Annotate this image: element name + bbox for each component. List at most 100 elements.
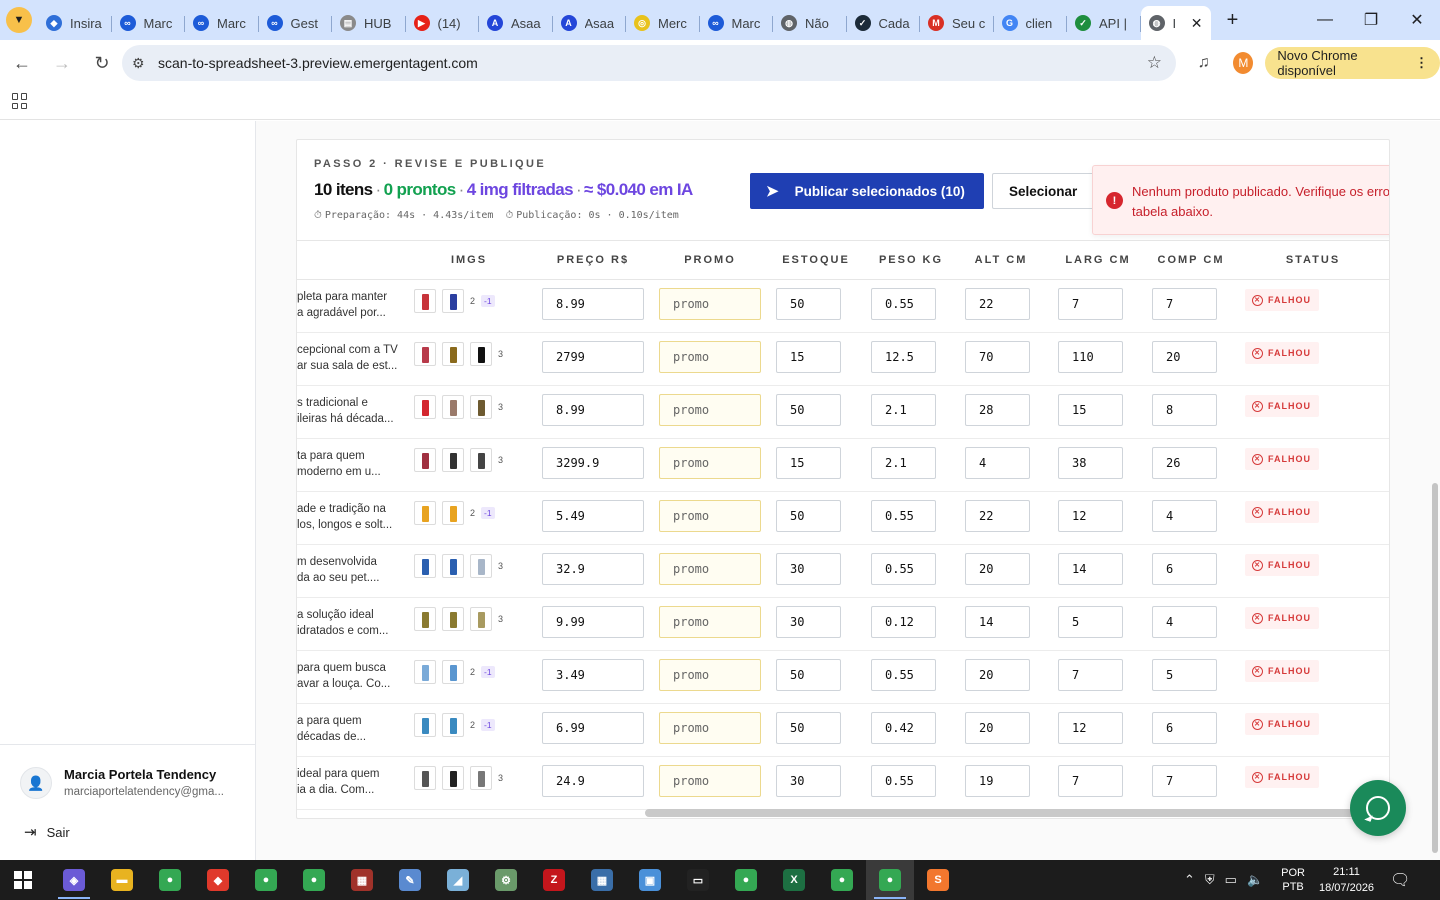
stock-input[interactable]: 30	[776, 553, 841, 585]
stock-input[interactable]: 15	[776, 341, 841, 373]
browser-tab[interactable]: ✓ Cada	[847, 7, 921, 39]
taskbar-app[interactable]: ⚙	[482, 860, 530, 900]
width-input[interactable]: 15	[1058, 394, 1123, 426]
width-input[interactable]: 5	[1058, 606, 1123, 638]
taskbar-app[interactable]: ✎	[386, 860, 434, 900]
product-thumbnail[interactable]	[414, 501, 436, 525]
price-input[interactable]: 24.9	[542, 765, 644, 797]
product-thumbnail[interactable]	[470, 395, 492, 419]
taskbar-app[interactable]: ●	[242, 860, 290, 900]
stock-input[interactable]: 30	[776, 606, 841, 638]
promo-input[interactable]: promo	[659, 288, 761, 320]
width-input[interactable]: 110	[1058, 341, 1123, 373]
stock-input[interactable]: 50	[776, 659, 841, 691]
taskbar-app[interactable]: ▭	[674, 860, 722, 900]
product-thumbnail[interactable]	[470, 448, 492, 472]
height-input[interactable]: 19	[965, 765, 1030, 797]
price-input[interactable]: 5.49	[542, 500, 644, 532]
weight-input[interactable]: 2.1	[871, 394, 936, 426]
vertical-scrollbar[interactable]	[1432, 483, 1438, 853]
weight-input[interactable]: 0.55	[871, 288, 936, 320]
length-input[interactable]: 4	[1152, 500, 1217, 532]
language-indicator[interactable]: POR PTB	[1281, 866, 1305, 894]
width-input[interactable]: 38	[1058, 447, 1123, 479]
taskbar-app[interactable]: ▦	[338, 860, 386, 900]
height-input[interactable]: 22	[965, 288, 1030, 320]
windows-start-icon[interactable]	[14, 871, 32, 889]
height-input[interactable]: 4	[965, 447, 1030, 479]
taskbar-app[interactable]: ●	[818, 860, 866, 900]
browser-tab[interactable]: ◎ Merc	[626, 7, 700, 39]
taskbar-app[interactable]: S	[914, 860, 962, 900]
clock[interactable]: 21:11 18/07/2026	[1319, 864, 1374, 896]
width-input[interactable]: 12	[1058, 500, 1123, 532]
height-input[interactable]: 28	[965, 394, 1030, 426]
length-input[interactable]: 8	[1152, 394, 1217, 426]
taskbar-app[interactable]: X	[770, 860, 818, 900]
product-thumbnail[interactable]	[442, 660, 464, 684]
stock-input[interactable]: 50	[776, 712, 841, 744]
height-input[interactable]: 22	[965, 500, 1030, 532]
network-icon[interactable]: ▭	[1225, 872, 1237, 888]
product-thumbnail[interactable]	[442, 342, 464, 366]
promo-input[interactable]: promo	[659, 659, 761, 691]
browser-tab[interactable]: ∞ Marc	[700, 7, 774, 39]
width-input[interactable]: 14	[1058, 553, 1123, 585]
product-thumbnail[interactable]	[414, 660, 436, 684]
length-input[interactable]: 26	[1152, 447, 1217, 479]
taskbar-app[interactable]: ●	[290, 860, 338, 900]
width-input[interactable]: 7	[1058, 288, 1123, 320]
chrome-update-button[interactable]: Novo Chrome disponível ⋮	[1265, 47, 1440, 79]
weight-input[interactable]: 2.1	[871, 447, 936, 479]
price-input[interactable]: 8.99	[542, 288, 644, 320]
price-input[interactable]: 2799	[542, 341, 644, 373]
product-thumbnail[interactable]	[414, 713, 436, 737]
weight-input[interactable]: 0.55	[871, 500, 936, 532]
product-thumbnail[interactable]	[414, 766, 436, 790]
browser-tab[interactable]: ◆ Insira	[38, 7, 112, 39]
browser-tab[interactable]: ∞ Marc	[185, 7, 259, 39]
profile-avatar[interactable]: M	[1233, 52, 1254, 74]
product-thumbnail[interactable]	[414, 607, 436, 631]
height-input[interactable]: 20	[965, 553, 1030, 585]
product-thumbnail[interactable]	[414, 342, 436, 366]
stock-input[interactable]: 50	[776, 288, 841, 320]
url-text[interactable]: scan-to-spreadsheet-3.preview.emergentag…	[158, 55, 478, 71]
taskbar-app[interactable]: ▦	[578, 860, 626, 900]
product-thumbnail[interactable]	[414, 395, 436, 419]
tab-search-button[interactable]: ▼	[6, 7, 32, 33]
restore-button[interactable]: ❐	[1348, 0, 1394, 40]
new-tab-button[interactable]: +	[1219, 6, 1247, 34]
reload-button[interactable]: ↻	[84, 45, 120, 81]
promo-input[interactable]: promo	[659, 606, 761, 638]
back-button[interactable]: ←	[4, 45, 40, 81]
browser-tab[interactable]: M Seu c	[920, 7, 994, 39]
length-input[interactable]: 20	[1152, 341, 1217, 373]
product-thumbnail[interactable]	[442, 713, 464, 737]
promo-input[interactable]: promo	[659, 447, 761, 479]
horizontal-scrollbar[interactable]	[645, 809, 1361, 817]
promo-input[interactable]: promo	[659, 394, 761, 426]
height-input[interactable]: 14	[965, 606, 1030, 638]
price-input[interactable]: 8.99	[542, 394, 644, 426]
site-info-icon[interactable]: ⚙	[132, 55, 152, 72]
weight-input[interactable]: 0.55	[871, 553, 936, 585]
taskbar-app[interactable]: ▣	[626, 860, 674, 900]
length-input[interactable]: 7	[1152, 765, 1217, 797]
notifications-icon[interactable]: 🗨	[1390, 870, 1410, 890]
height-input[interactable]: 70	[965, 341, 1030, 373]
price-input[interactable]: 3299.9	[542, 447, 644, 479]
apps-grid-icon[interactable]	[12, 93, 28, 109]
weight-input[interactable]: 0.42	[871, 712, 936, 744]
taskbar-app[interactable]: ●	[866, 860, 914, 900]
chat-button[interactable]	[1350, 780, 1406, 836]
browser-tab[interactable]: A Asaa	[479, 7, 553, 39]
length-input[interactable]: 6	[1152, 553, 1217, 585]
publish-selected-button[interactable]: ➤ Publicar selecionados (10)	[750, 173, 984, 209]
stock-input[interactable]: 50	[776, 394, 841, 426]
product-thumbnail[interactable]	[470, 554, 492, 578]
product-thumbnail[interactable]	[442, 766, 464, 790]
width-input[interactable]: 7	[1058, 765, 1123, 797]
browser-tab[interactable]: ✓ API |	[1067, 7, 1141, 39]
length-input[interactable]: 5	[1152, 659, 1217, 691]
